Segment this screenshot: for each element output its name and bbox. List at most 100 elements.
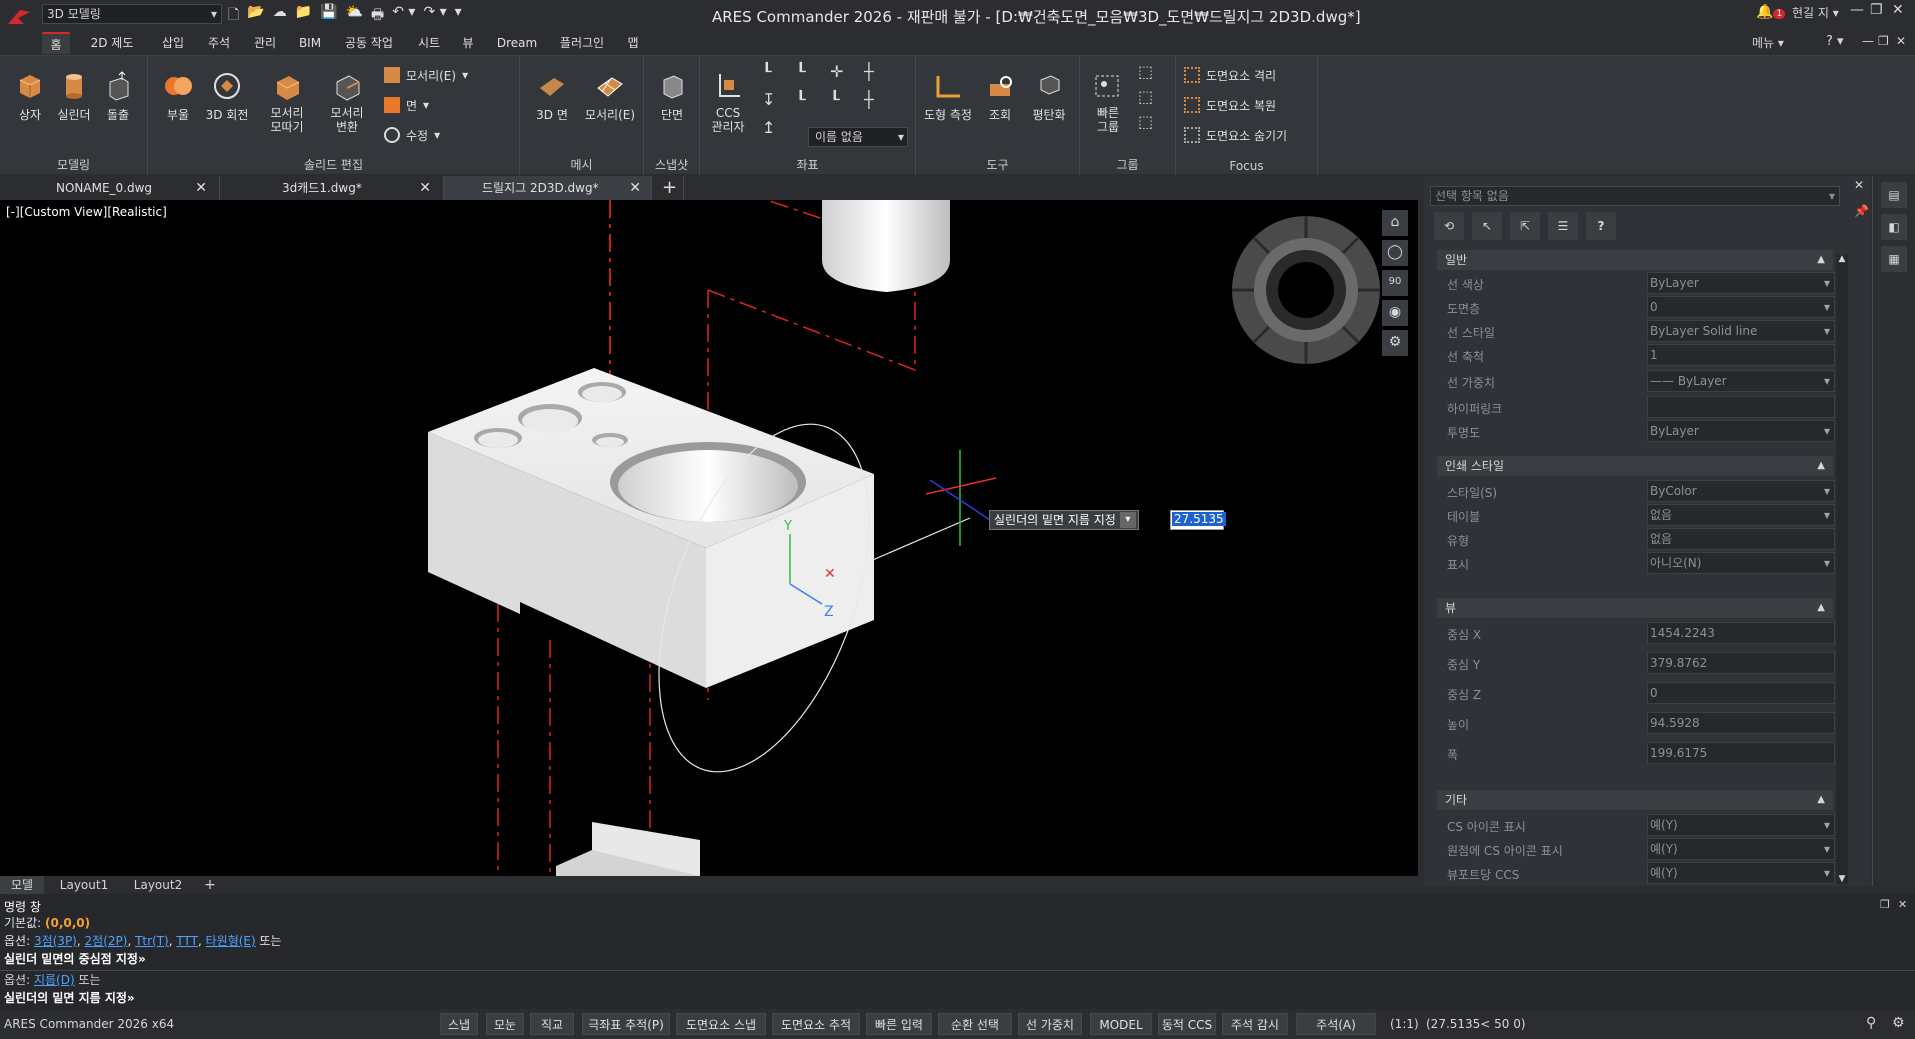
property-value[interactable]: 없음 xyxy=(1647,528,1835,550)
property-select[interactable]: 예(Y) xyxy=(1647,814,1835,836)
boolean-button[interactable]: 부울 xyxy=(154,62,202,123)
inquiry-button[interactable]: 조회 xyxy=(978,62,1022,123)
option-3p-link[interactable]: 3점(3P) xyxy=(34,934,77,948)
3d-face-button[interactable]: 3D 면 xyxy=(528,62,576,123)
property-select[interactable]: 없음 xyxy=(1647,504,1835,526)
group-remove-icon[interactable]: ⬚ xyxy=(1138,87,1153,106)
workspace-select[interactable]: 3D 모델링 ▾ xyxy=(42,4,222,24)
dock-palette-icon[interactable]: ▦ xyxy=(1881,246,1907,272)
collapse-caret-icon[interactable]: ▲ xyxy=(1817,250,1825,270)
doc-restore-button[interactable]: ❐ xyxy=(1878,34,1889,48)
tab-home[interactable]: 홈 xyxy=(42,32,70,54)
flatten-button[interactable]: 평탄화 xyxy=(1024,62,1074,123)
cylinder-button[interactable]: 실린더 xyxy=(50,62,98,123)
layout-tab-layout2[interactable]: Layout2 xyxy=(126,876,190,894)
ucs-view-icon[interactable]: ┼ xyxy=(864,90,898,118)
dock-properties-icon[interactable]: ▤ xyxy=(1881,182,1907,208)
extrude-button[interactable]: 돌출 xyxy=(94,62,142,123)
isolate-entity-button[interactable]: 도면요소 격리 xyxy=(1184,64,1276,86)
property-select[interactable]: ByLayer xyxy=(1647,272,1835,294)
minimize-button[interactable]: — xyxy=(1850,2,1864,18)
collapse-caret-icon[interactable]: ▲ xyxy=(1817,790,1825,810)
new-tab-button[interactable]: + xyxy=(656,176,684,200)
option-ttr-link[interactable]: Ttr(T) xyxy=(135,934,169,948)
quick-group-button[interactable]: 빠른 그룹 xyxy=(1084,62,1132,134)
option-diameter-link[interactable]: 지름(D) xyxy=(34,973,75,987)
command-input-area[interactable]: 옵션: 지름(D) 또는 실린더의 밑면 지름 지정» xyxy=(0,970,1915,1009)
modify-menu[interactable]: 수정 ▾ xyxy=(384,124,440,146)
property-select[interactable]: ByColor xyxy=(1647,480,1835,502)
undo-icon[interactable]: ↶ ▾ xyxy=(392,4,415,26)
panel-pin-icon[interactable]: 📌 xyxy=(1854,204,1869,218)
tab-bim[interactable]: BIM xyxy=(294,32,326,54)
close-icon[interactable]: ✕ xyxy=(195,176,207,200)
cloud-save-icon[interactable]: ⛅ xyxy=(346,4,363,26)
command-close-icon[interactable]: ✕ xyxy=(1898,898,1907,911)
toggle-pickadd-icon[interactable]: ⇱ xyxy=(1510,212,1540,240)
property-value[interactable] xyxy=(1647,396,1835,418)
section-header[interactable]: 일반 ▲ xyxy=(1437,250,1833,270)
nav-home-button[interactable]: ⌂ xyxy=(1382,210,1408,236)
tab-view[interactable]: 뷰 xyxy=(458,32,478,54)
scroll-up-icon[interactable]: ▲ xyxy=(1836,254,1848,264)
section-button[interactable]: 단면 xyxy=(648,62,696,123)
option-ttt-link[interactable]: TTT xyxy=(176,934,198,948)
tab-plugins[interactable]: 플러그인 xyxy=(554,32,610,54)
doc-tab-drilljig[interactable]: 드릴지그 2D3D.dwg* ✕ xyxy=(444,176,652,200)
cloud-open-icon[interactable]: ☁ xyxy=(273,4,287,26)
box-button[interactable]: 상자 xyxy=(6,62,54,123)
tab-map[interactable]: 맵 xyxy=(622,32,644,54)
selection-dropdown[interactable]: 선택 항목 없음 ▾ xyxy=(1430,186,1840,206)
ucs-prev-icon[interactable]: ↥ xyxy=(762,118,796,146)
app-logo[interactable] xyxy=(6,8,32,26)
option-2p-link[interactable]: 2점(2P) xyxy=(85,934,128,948)
property-select[interactable]: 0 xyxy=(1647,296,1835,318)
ucs-z-icon[interactable]: ┖ xyxy=(830,90,864,118)
hide-entity-button[interactable]: 도면요소 숨기기 xyxy=(1184,124,1287,146)
3d-rotate-button[interactable]: 3D 회전 xyxy=(200,62,254,123)
layout-tab-layout1[interactable]: Layout1 xyxy=(52,876,116,894)
nav-pan-button[interactable]: ◉ xyxy=(1382,300,1408,326)
dropdown-arrow-icon[interactable]: ▾ xyxy=(1119,512,1136,528)
ucs-y-icon[interactable]: ┖ xyxy=(796,90,830,118)
close-icon[interactable]: ✕ xyxy=(629,176,641,200)
scroll-down-icon[interactable]: ▼ xyxy=(1836,874,1848,884)
drawing-viewport[interactable]: [-][Custom View][Realistic] Y Z ✕ ⌂ ◯ 90… xyxy=(0,200,1418,876)
props-scrollbar[interactable]: ▲ ▼ xyxy=(1836,254,1848,884)
status-toggle-button[interactable]: MODEL xyxy=(1090,1013,1152,1035)
face-menu[interactable]: 면 ▾ xyxy=(384,94,429,116)
location-pin-icon[interactable]: ⚲ xyxy=(1866,1015,1876,1031)
tab-annotate[interactable]: 주석 xyxy=(202,32,236,54)
add-layout-button[interactable]: + xyxy=(200,876,220,894)
user-menu[interactable]: 현길 지 ▾ xyxy=(1792,4,1839,21)
property-select[interactable]: 예(Y) xyxy=(1647,838,1835,860)
mesh-edge-button[interactable]: 모서리(E) xyxy=(582,62,638,123)
menu-button[interactable]: 메뉴 ▾ xyxy=(1752,34,1784,51)
properties-filter-icon[interactable]: ☰ xyxy=(1548,212,1578,240)
nav-rotate-90-button[interactable]: 90 xyxy=(1382,270,1408,296)
status-toggle-button[interactable]: 빠른 입력 xyxy=(866,1013,932,1035)
maximize-button[interactable]: ❐ xyxy=(1870,2,1883,18)
section-header[interactable]: 인쇄 스타일 ▲ xyxy=(1437,456,1833,476)
close-button[interactable]: ✕ xyxy=(1892,2,1904,18)
status-toggle-button[interactable]: 스냅 xyxy=(440,1013,478,1035)
status-toggle-button[interactable]: 주석(A) xyxy=(1296,1013,1376,1035)
open-folder-icon[interactable]: 📁 xyxy=(295,4,312,26)
property-value[interactable]: 1454.2243 xyxy=(1647,622,1835,644)
property-select[interactable]: 아니오(N) xyxy=(1647,552,1835,574)
status-toggle-button[interactable]: 도면요소 스냅 xyxy=(676,1013,766,1035)
edge-convert-button[interactable]: 모서리 변환 xyxy=(318,62,376,134)
command-restore-icon[interactable]: ❐ xyxy=(1880,898,1890,911)
option-ellipse-link[interactable]: 타원형(E) xyxy=(206,934,256,948)
select-objects-icon[interactable]: ↖ xyxy=(1472,212,1502,240)
print-icon[interactable]: 🖶 xyxy=(371,4,384,26)
save-icon[interactable]: 💾 xyxy=(320,4,337,26)
status-toggle-button[interactable]: 직교 xyxy=(530,1013,574,1035)
tab-sheet[interactable]: 시트 xyxy=(412,32,446,54)
property-value[interactable]: 199.6175 xyxy=(1647,742,1835,764)
dynamic-input-field[interactable]: 27.5135 xyxy=(1170,510,1226,530)
ucs-object-icon[interactable]: ✛ xyxy=(830,62,864,90)
close-icon[interactable]: ✕ xyxy=(419,176,431,200)
tab-collab[interactable]: 공동 작업 xyxy=(338,32,400,54)
property-select[interactable]: —— ByLayer xyxy=(1647,370,1835,392)
